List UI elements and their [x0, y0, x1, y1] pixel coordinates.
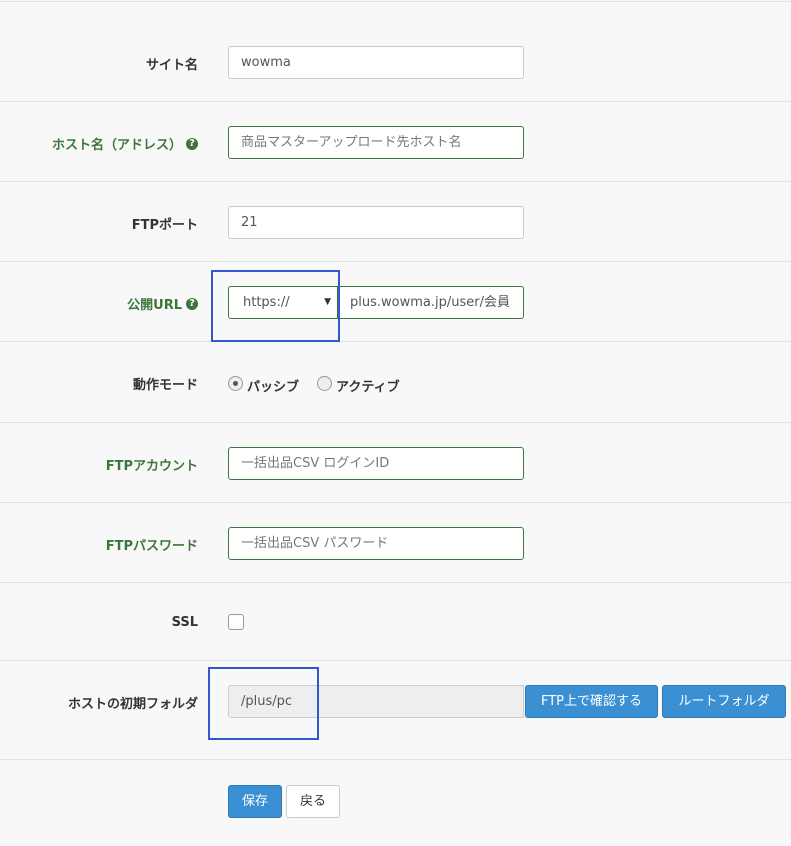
back-button[interactable]: 戻る	[286, 785, 340, 818]
radio-active[interactable]: アクティブ	[317, 372, 400, 395]
ftp-port-input[interactable]: 21	[228, 206, 524, 239]
save-button[interactable]: 保存	[228, 785, 282, 818]
top-divider	[0, 0, 791, 2]
ftp-check-button[interactable]: FTP上で確認する	[525, 685, 658, 718]
public-url-input[interactable]: plus.wowma.jp/user/会員	[338, 286, 524, 319]
question-circle-icon[interactable]: ?	[186, 137, 198, 150]
row-ssl	[0, 582, 791, 661]
ssl-checkbox[interactable]	[228, 614, 244, 630]
radio-active-label: アクティブ	[336, 380, 400, 395]
ftp-port-label: FTPポート	[131, 218, 198, 233]
highlight-box-folder	[208, 667, 319, 740]
radio-passive-circle[interactable]	[228, 376, 243, 391]
site-name-input[interactable]: wowma	[228, 46, 524, 79]
mode-radio-group: パッシブ アクティブ	[228, 372, 400, 395]
host-name-input[interactable]: 商品マスターアップロード先ホスト名	[228, 126, 524, 159]
ftp-account-input[interactable]: 一括出品CSV ログインID	[228, 447, 524, 480]
radio-passive[interactable]: パッシブ	[228, 372, 299, 395]
host-name-label: ホスト名（アドレス） ?	[52, 134, 198, 153]
question-circle-icon[interactable]: ?	[186, 297, 198, 310]
ssl-label: SSL	[171, 615, 198, 630]
radio-passive-label: パッシブ	[247, 380, 300, 395]
initial-folder-label: ホストの初期フォルダ	[67, 697, 198, 712]
site-name-label: サイト名	[145, 58, 198, 73]
ftp-password-input[interactable]: 一括出品CSV パスワード	[228, 527, 524, 560]
root-folder-button[interactable]: ルートフォルダ	[662, 685, 786, 718]
highlight-box-protocol	[211, 270, 340, 342]
public-url-label: 公開URL ?	[127, 294, 198, 313]
ftp-account-label: FTPアカウント	[105, 459, 198, 474]
radio-active-circle[interactable]	[317, 376, 333, 391]
ftp-password-label: FTPパスワード	[105, 539, 198, 554]
mode-label: 動作モード	[132, 378, 198, 393]
